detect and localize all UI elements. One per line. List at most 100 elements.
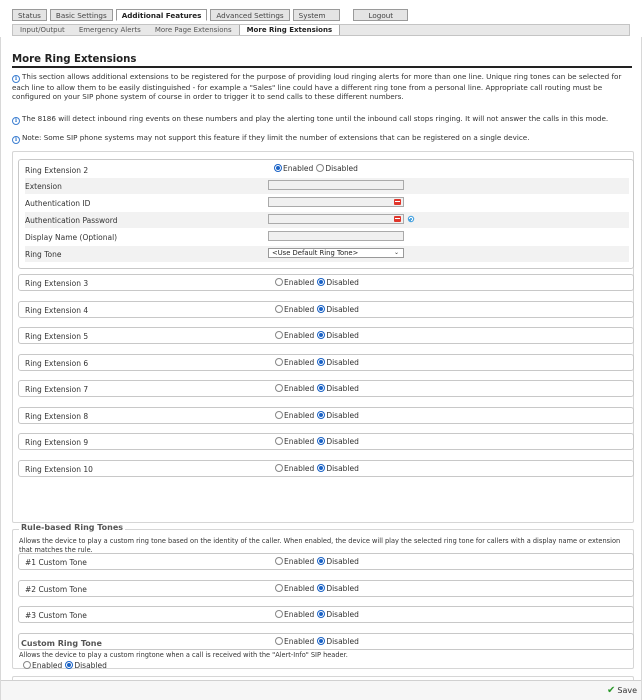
disabled-option[interactable]: Disabled [317,410,359,420]
sub-tab-bar: Input/Output Emergency Alerts More Page … [12,24,630,36]
radio-disabled[interactable] [317,331,326,339]
radio-disabled[interactable] [317,304,326,313]
disabled-option[interactable]: Disabled [317,610,359,619]
enable-toggle: Enabled Disabled [275,610,359,619]
disabled-option[interactable]: Disabled [317,583,359,593]
disabled-option[interactable]: Disabled [317,304,359,314]
ring-extension-row: Ring Extension 5 Enabled Disabled [18,327,634,344]
disabled-option[interactable]: Disabled [317,463,359,473]
enable-toggle: Enabled Disabled [275,278,359,287]
disabled-option[interactable]: Disabled [317,278,359,287]
password-manager-icon[interactable] [394,199,401,205]
radio-disabled[interactable] [317,583,326,592]
radio-enabled[interactable] [275,636,283,645]
enabled-option[interactable]: Enabled [275,410,314,420]
custom-tone-label: #3 Custom Tone [25,611,87,620]
disabled-option[interactable]: Disabled [316,164,358,173]
radio-enabled[interactable] [275,278,283,286]
radio-disabled[interactable] [316,164,325,172]
tab-status[interactable]: Status [12,9,47,21]
extension-label: Extension [25,182,62,191]
tab-advanced-settings[interactable]: Advanced Settings [210,9,290,21]
enable-toggle: Enabled Disabled [275,583,359,593]
disabled-option[interactable]: Disabled [317,636,359,646]
radio-disabled[interactable] [317,557,326,565]
ring-extension-row: Ring Extension 7 Enabled Disabled [18,380,634,397]
auth-id-input[interactable] [268,197,404,207]
ring-tone-label: Ring Tone [25,250,62,259]
display-name-row: Display Name (Optional) [25,229,629,245]
enabled-option[interactable]: Enabled [274,164,313,173]
radio-enabled[interactable] [275,304,283,313]
disabled-option[interactable]: Disabled [317,557,359,566]
save-button[interactable]: ✔ Save [606,684,637,696]
ring-extension-2-header: Ring Extension 2 Enabled Disabled [25,162,629,178]
tab-system[interactable]: System [292,9,341,21]
radio-enabled[interactable] [275,583,283,592]
radio-disabled[interactable] [317,357,326,366]
radio-enabled[interactable] [275,463,283,472]
subtab-emergency-alerts[interactable]: Emergency Alerts [72,25,148,35]
radio-disabled[interactable] [317,636,326,645]
info-paragraph-1: i This section allows additional extensio… [12,72,634,101]
radio-disabled[interactable] [317,410,326,419]
enabled-option[interactable]: Enabled [275,304,314,314]
enabled-option[interactable]: Enabled [275,583,314,593]
disabled-option[interactable]: Disabled [317,437,359,446]
radio-disabled[interactable] [317,384,326,392]
custom-tone-row: #4 Custom ToneEnabledDisabled [18,632,634,650]
ring-extension-2-label: Ring Extension 2 [25,166,89,175]
disabled-option[interactable]: Disabled [317,331,359,340]
enabled-option[interactable]: Enabled [275,636,314,646]
extension-input[interactable] [268,180,404,190]
info-icon: i [12,117,20,125]
radio-disabled[interactable] [317,610,326,618]
radio-enabled[interactable] [275,331,283,339]
enabled-option[interactable]: Enabled [275,357,314,367]
enabled-option[interactable]: Enabled [275,557,314,566]
tab-additional-features[interactable]: Additional Features [115,9,208,21]
disabled-option[interactable]: Disabled [317,384,359,393]
subtab-more-page-extensions[interactable]: More Page Extensions [148,25,239,35]
radio-enabled[interactable] [274,164,282,172]
refresh-icon[interactable] [407,215,415,223]
disabled-option[interactable]: Disabled [317,357,359,367]
disabled-option[interactable]: Disabled [65,661,107,670]
enabled-option[interactable]: Enabled [275,331,314,340]
checkmark-icon: ✔ [606,684,616,696]
password-manager-icon[interactable] [394,216,401,222]
custom-ring-radios: Enabled Disabled [23,661,107,670]
radio-enabled[interactable] [275,357,283,366]
radio-disabled[interactable] [317,463,326,472]
radio-disabled[interactable] [317,437,326,445]
ring-extension-label: Ring Extension 8 [25,411,89,421]
enabled-option[interactable]: Enabled [23,661,62,670]
enabled-option[interactable]: Enabled [275,384,314,393]
radio-disabled[interactable] [317,278,326,286]
enabled-option[interactable]: Enabled [275,437,314,446]
radio-enabled[interactable] [23,661,31,669]
radio-enabled[interactable] [275,384,283,392]
enabled-option[interactable]: Enabled [275,463,314,473]
top-tab-bar: Status Basic Settings Additional Feature… [12,9,409,21]
subtab-more-ring-extensions[interactable]: More Ring Extensions [238,25,341,35]
enabled-option[interactable]: Enabled [275,610,314,619]
enable-toggle: Enabled Disabled [275,357,359,367]
subtab-input-output[interactable]: Input/Output [13,25,72,35]
tab-logout[interactable]: Logout [353,9,409,21]
radio-enabled[interactable] [275,610,283,618]
radio-enabled[interactable] [275,557,283,565]
radio-enabled[interactable] [275,437,283,445]
ring-extension-row: Ring Extension 10 Enabled Disabled [18,459,634,477]
enabled-option[interactable]: Enabled [275,278,314,287]
auth-password-input[interactable] [268,214,404,224]
radio-disabled[interactable] [65,661,74,669]
enable-toggle: Enabled Disabled [275,557,359,566]
tab-basic-settings[interactable]: Basic Settings [49,9,113,21]
info-text-2: The 8186 will detect inbound ring events… [22,114,609,123]
ring-tone-select[interactable]: <Use Default Ring Tone> ⌄ [268,248,404,258]
radio-enabled[interactable] [275,410,283,419]
display-name-input[interactable] [268,231,404,241]
ring-extension-2-panel: Ring Extension 2 Enabled Disabled Extens… [18,159,634,269]
ring-extension-row: Ring Extension 4 Enabled Disabled [18,300,634,318]
